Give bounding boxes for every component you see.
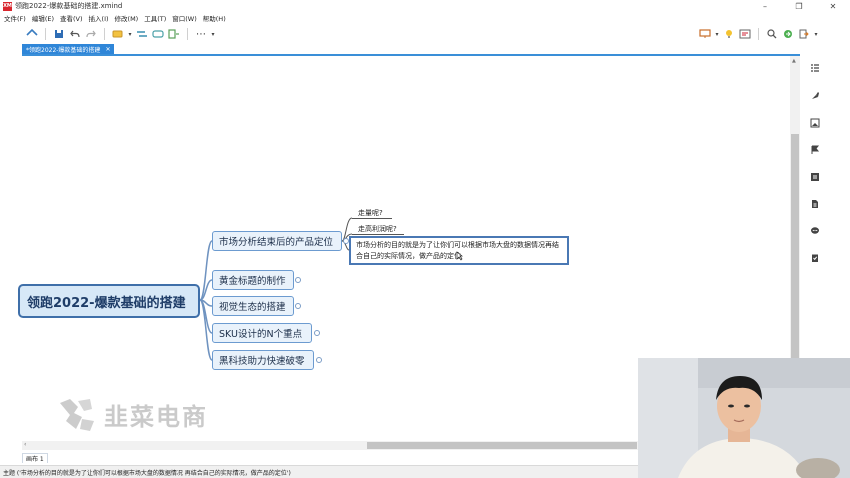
subtopic-underline [352,218,392,219]
topic-black-tech[interactable]: 黑科技助力快速破零 [212,350,314,370]
format-icon[interactable] [808,89,822,103]
topic-visual-ecology[interactable]: 视觉生态的搭建 [212,296,294,316]
collapse-toggle[interactable] [316,357,322,363]
watermark: 韭菜电商 [56,395,208,433]
topic-sku-design[interactable]: SKU设计的N个重点 [212,323,312,343]
notes-icon[interactable] [808,170,822,184]
watermark-text: 韭菜电商 [104,402,208,431]
marker-icon[interactable] [808,143,822,157]
subtopic-underline [352,234,404,235]
connector-line [199,299,213,361]
collapse-toggle[interactable] [295,277,301,283]
task-icon[interactable] [808,251,822,265]
subtopic-volume[interactable]: 走量呢? [358,208,383,218]
document-icon[interactable] [808,197,822,211]
sheet-tab-1[interactable]: 画布 1 [22,452,48,463]
vertical-scroll-thumb[interactable] [791,134,799,374]
image-icon[interactable] [808,116,822,130]
sheet-tabs: 画布 1 [22,452,48,463]
comments-icon[interactable] [808,224,822,238]
status-text: 主题 ('市场分析的目的就是为了让你们可以根据市场大盘的数据情况 再结合自己的实… [3,469,291,477]
topic-product-positioning[interactable]: 市场分析结束后的产品定位 [212,231,342,251]
outline-icon[interactable] [808,62,822,76]
scroll-up-icon[interactable]: ▲ [792,58,796,64]
horizontal-scroll-thumb[interactable] [367,442,637,449]
scroll-left-icon[interactable]: ‹ [24,441,26,448]
subtopic-high-profit[interactable]: 走高利润呢? [358,224,397,234]
text-cursor-icon [456,251,463,261]
presenter-video-image [638,358,850,478]
xmind-window: XM 领跑2022-爆款基础的搭建.xmind – ❐ ✕ 文件(F) 编辑(E… [0,0,850,478]
collapse-toggle[interactable] [295,303,301,309]
webcam-overlay [638,358,850,478]
horizontal-scrollbar[interactable]: ‹ [22,441,638,450]
watermark-logo-icon [60,399,94,431]
topic-golden-title[interactable]: 黄金标题的制作 [212,270,294,290]
central-topic[interactable]: 领跑2022-爆款基础的搭建 [18,284,200,318]
right-sidebar [800,54,830,274]
collapse-toggle[interactable] [314,330,320,336]
